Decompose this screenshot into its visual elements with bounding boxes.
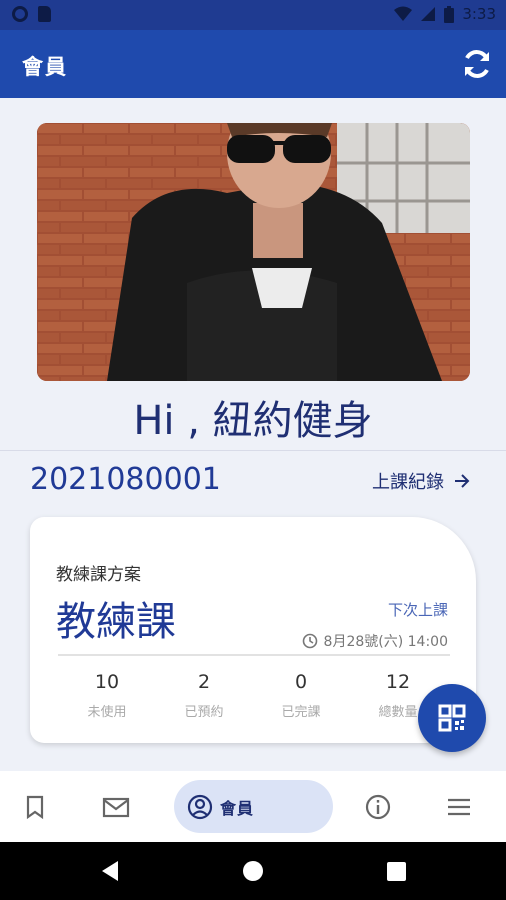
signal-icon (421, 7, 436, 21)
next-class-time-text: 8月28號(六) 14:00 (323, 634, 448, 650)
recents-icon[interactable] (387, 862, 406, 881)
stat-reserved: 2 已預約 (164, 671, 244, 720)
info-icon[interactable] (360, 789, 396, 825)
divider (0, 450, 506, 451)
status-bar: 3:33 (0, 0, 506, 30)
profile-photo (37, 123, 470, 381)
notification-dot-icon (12, 6, 28, 22)
nav-item-member-label: 會員 (220, 799, 255, 818)
arrow-right-icon (455, 474, 470, 488)
account-circle-icon (187, 794, 213, 820)
class-record-link[interactable]: 上課紀錄 (372, 468, 470, 494)
bottom-navigation: 會員 (0, 771, 506, 842)
next-class-time: 8月28號(六) 14:00 (302, 631, 448, 651)
status-time: 3:33 (462, 5, 496, 23)
member-id: 2021080001 (30, 462, 221, 497)
plan-label: 教練課方案 (56, 565, 141, 585)
plan-name: 教練課 (56, 599, 176, 645)
mail-icon[interactable] (98, 789, 134, 825)
stat-value: 0 (294, 671, 308, 693)
stat-completed: 0 已完課 (261, 671, 341, 720)
class-record-label: 上課紀錄 (372, 472, 444, 493)
app-bar: 會員 (0, 30, 506, 98)
battery-icon (444, 5, 455, 23)
home-icon[interactable] (242, 860, 264, 882)
bookmark-icon[interactable] (17, 789, 53, 825)
stat-label: 已預約 (184, 705, 224, 720)
qr-code-icon (438, 704, 466, 732)
card-divider (58, 654, 450, 656)
qr-code-button[interactable] (418, 684, 486, 752)
greeting-text: Hi , 紐約健身 (133, 398, 373, 444)
menu-icon[interactable] (441, 789, 477, 825)
nav-item-member[interactable]: 會員 (174, 780, 333, 833)
plan-card[interactable]: 教練課方案 教練課 下次上課 8月28號(六) 14:00 10 未使用 2 已… (30, 517, 476, 743)
clock-icon (302, 633, 317, 649)
page-title: 會員 (22, 55, 68, 79)
stat-value: 10 (94, 671, 120, 693)
wifi-icon (394, 6, 413, 21)
system-navigation-bar (0, 842, 506, 900)
refresh-icon[interactable] (460, 47, 494, 81)
stat-label: 已完課 (281, 705, 321, 720)
back-icon[interactable] (100, 860, 120, 882)
stat-unused: 10 未使用 (67, 671, 147, 720)
sd-card-icon (38, 6, 51, 22)
stat-label: 未使用 (87, 705, 127, 720)
stat-value: 2 (197, 671, 211, 693)
next-class-label: 下次上課 (387, 601, 448, 619)
profile-photo-illustration (37, 123, 470, 381)
